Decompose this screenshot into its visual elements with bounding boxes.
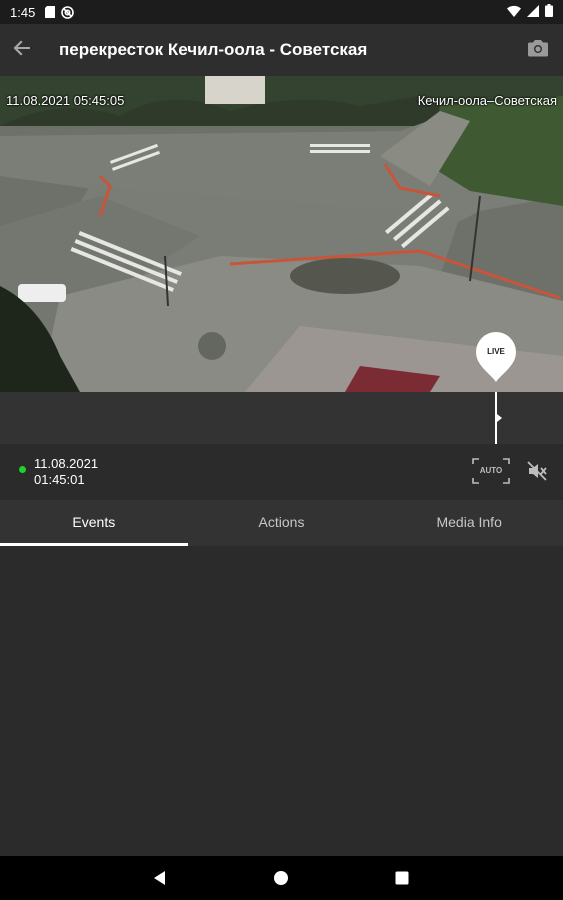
tab-actions[interactable]: Actions [188,500,376,546]
nav-recents-button[interactable] [392,868,412,888]
at-sign-icon [61,5,75,19]
video-timestamp: 11.08.2021 05:45:05 [6,93,125,108]
auto-quality-button[interactable]: AUTO [472,458,510,484]
square-recents-icon [395,871,409,885]
tab-events[interactable]: Events [0,500,188,546]
sd-card-icon [45,6,56,18]
auto-label: AUTO [479,466,503,475]
live-button[interactable]: LIVE [474,330,518,382]
tab-media-info[interactable]: Media Info [375,500,563,546]
playback-date: 11.08.2021 [34,456,99,471]
camera-icon [528,39,548,62]
live-label: LIVE [487,347,505,356]
status-time: 1:45 [10,4,36,20]
app-bar: перекресток Кечил-оола - Советская [0,24,563,76]
timeline-pointer-icon [497,414,502,422]
snapshot-button[interactable] [513,24,563,76]
tab-bar: Events Actions Media Info [0,500,563,546]
events-list [0,546,563,856]
status-bar: 1:45 [0,0,563,24]
arrow-back-icon [13,39,31,62]
triangle-back-icon [154,871,165,885]
wifi-icon [507,5,521,20]
mute-button[interactable] [526,460,548,482]
volume-off-icon [527,461,547,481]
page-title: перекресток Кечил-оола - Советская [59,40,368,59]
nav-back-button[interactable] [150,868,170,888]
camera-label: Кечил-оола–Советская [417,93,557,108]
back-button[interactable] [0,24,44,76]
nav-home-button[interactable] [271,868,291,888]
status-dot [19,466,26,473]
circle-home-icon [274,871,288,885]
playback-time: 01:45:01 [34,472,85,487]
live-pin-icon [476,332,516,382]
cell-signal-icon [527,4,539,20]
timeline[interactable] [0,392,563,444]
battery-icon [545,4,553,20]
